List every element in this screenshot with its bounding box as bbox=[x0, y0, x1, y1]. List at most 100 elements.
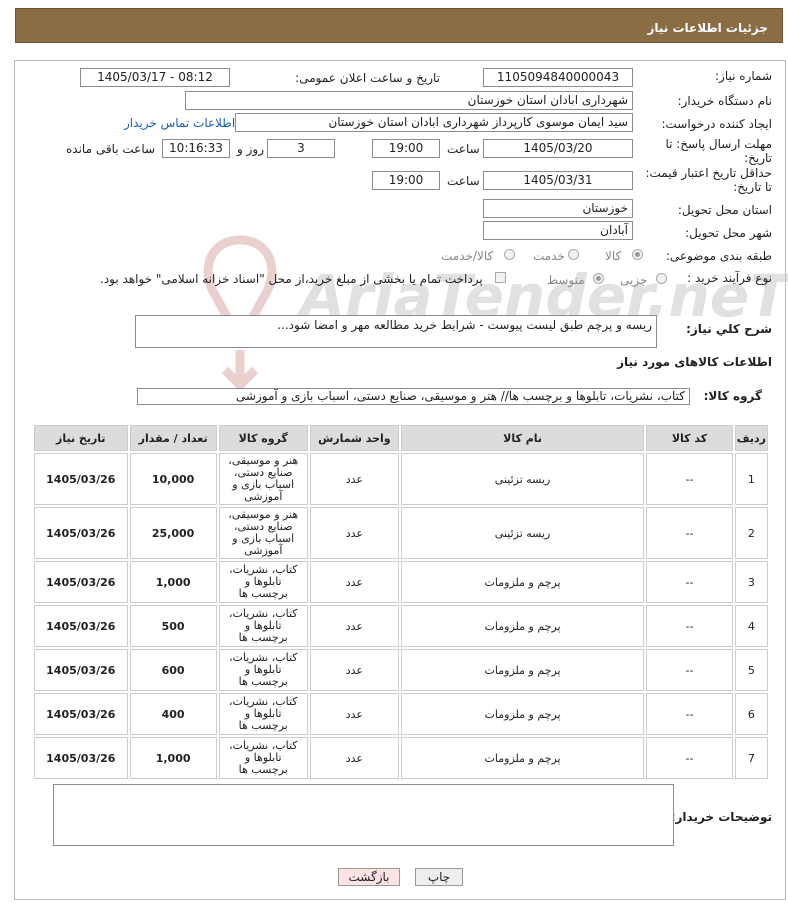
process-option-minor: جزیی bbox=[620, 273, 648, 287]
cell-row-number: 2 bbox=[734, 507, 768, 559]
process-type-label: نوع فرآیند خرید : bbox=[687, 271, 772, 285]
cell-quantity: 1,000 bbox=[129, 737, 217, 779]
cell-item-code: -- bbox=[646, 507, 733, 559]
buyer-org-label: نام دستگاه خریدار: bbox=[677, 94, 773, 108]
col-unit: واحد شمارش bbox=[309, 425, 399, 451]
cell-need-date: 1405/03/26 bbox=[34, 693, 128, 735]
cell-goods-group: کتاب، نشریات، تابلوها و برچسب ها bbox=[218, 561, 308, 603]
deadline-date-field: 1405/03/20 bbox=[483, 139, 633, 158]
cell-item-code: -- bbox=[646, 737, 733, 779]
remaining-time-field: 10:16:33 bbox=[162, 139, 230, 158]
page-title: جزئیات اطلاعات نیاز bbox=[647, 21, 768, 35]
cell-goods-group: کتاب، نشریات، تابلوها و برچسب ها bbox=[218, 649, 308, 691]
province-label: استان محل تحویل: bbox=[677, 203, 772, 217]
cell-need-date: 1405/03/26 bbox=[34, 605, 128, 647]
cell-row-number: 4 bbox=[734, 605, 768, 647]
deadline-time-label: ساعت bbox=[447, 142, 480, 156]
cell-item-name: پرچم و ملزومات bbox=[400, 649, 645, 691]
col-quantity: تعداد / مقدار bbox=[129, 425, 217, 451]
category-option-goods-service: کالا/خدمت bbox=[441, 249, 494, 263]
cell-item-name: پرچم و ملزومات bbox=[400, 605, 645, 647]
col-row-number: ردیف bbox=[734, 425, 768, 451]
treasury-payment-checkbox[interactable] bbox=[495, 272, 506, 283]
category-radio-service[interactable] bbox=[568, 249, 579, 260]
items-table: ردیف کد کالا نام کالا واحد شمارش گروه کا… bbox=[32, 423, 770, 781]
cell-item-name: پرچم و ملزومات bbox=[400, 737, 645, 779]
cell-unit: عدد bbox=[309, 605, 399, 647]
cell-row-number: 6 bbox=[734, 693, 768, 735]
description-field: ریسه و پرچم طبق لیست پیوست - شرایط خرید … bbox=[135, 315, 657, 348]
items-table-header: ردیف کد کالا نام کالا واحد شمارش گروه کا… bbox=[34, 425, 768, 451]
table-row: 6 -- پرچم و ملزومات عدد کتاب، نشریات، تابلوه… bbox=[34, 693, 768, 735]
cell-item-name: ریسه تزئینی bbox=[400, 507, 645, 559]
cell-unit: عدد bbox=[309, 507, 399, 559]
price-validity-time-label: ساعت bbox=[447, 174, 480, 188]
cell-row-number: 7 bbox=[734, 737, 768, 779]
need-number-label: شماره نیاز: bbox=[715, 69, 772, 83]
cell-need-date: 1405/03/26 bbox=[34, 507, 128, 559]
price-validity-date-field: 1405/03/31 bbox=[483, 171, 633, 190]
need-number-field: 1105094840000043 bbox=[483, 68, 633, 87]
cell-unit: عدد bbox=[309, 737, 399, 779]
process-option-medium: متوسط bbox=[547, 273, 585, 287]
table-row: 5 -- پرچم و ملزومات عدد کتاب، نشریات، تابلوه… bbox=[34, 649, 768, 691]
announce-label: تاریخ و ساعت اعلان عمومی: bbox=[295, 71, 440, 85]
page-header: جزئیات اطلاعات نیاز bbox=[15, 8, 783, 43]
cell-goods-group: کتاب، نشریات، تابلوها و برچسب ها bbox=[218, 737, 308, 779]
cell-item-code: -- bbox=[646, 693, 733, 735]
process-radio-medium[interactable] bbox=[593, 273, 604, 284]
category-radio-goods-service[interactable] bbox=[504, 249, 515, 260]
deadline-label: مهلت ارسال پاسخ: تا تاریخ: bbox=[665, 137, 772, 165]
table-row: 4 -- پرچم و ملزومات عدد کتاب، نشریات، تابلوه… bbox=[34, 605, 768, 647]
price-validity-label: حداقل تاریخ اعتبار قیمت: تا تاریخ: bbox=[645, 166, 772, 194]
cell-item-code: -- bbox=[646, 605, 733, 647]
announce-datetime-field: 1405/03/17 - 08:12 bbox=[80, 68, 230, 87]
category-option-service: خدمت bbox=[533, 249, 565, 263]
requester-label: ایجاد کننده درخواست: bbox=[661, 117, 772, 131]
cell-row-number: 1 bbox=[734, 453, 768, 505]
cell-quantity: 25,000 bbox=[129, 507, 217, 559]
print-button[interactable]: چاپ bbox=[415, 868, 463, 886]
cell-item-code: -- bbox=[646, 649, 733, 691]
cell-need-date: 1405/03/26 bbox=[34, 737, 128, 779]
days-label: روز و bbox=[237, 142, 264, 156]
cell-need-date: 1405/03/26 bbox=[34, 453, 128, 505]
cell-quantity: 10,000 bbox=[129, 453, 217, 505]
cell-row-number: 3 bbox=[734, 561, 768, 603]
category-label: طبقه بندی موضوعی: bbox=[665, 249, 772, 263]
city-label: شهر محل تحویل: bbox=[685, 226, 772, 240]
buyer-contact-link[interactable]: اطلاعات تماس خریدار bbox=[124, 116, 235, 130]
col-item-code: کد کالا bbox=[646, 425, 733, 451]
watermark-logo-icon bbox=[203, 235, 277, 390]
items-table-wrapper: ردیف کد کالا نام کالا واحد شمارش گروه کا… bbox=[32, 423, 770, 781]
table-row: 3 -- پرچم و ملزومات عدد کتاب، نشریات، تابلوه… bbox=[34, 561, 768, 603]
col-item-name: نام کالا bbox=[400, 425, 645, 451]
table-row: 2 -- ریسه تزئینی عدد هنر و موسیقی، صنایع دست… bbox=[34, 507, 768, 559]
cell-goods-group: کتاب، نشریات، تابلوها و برچسب ها bbox=[218, 693, 308, 735]
buyer-org-field: شهرداری ابادان استان خوزستان bbox=[185, 91, 633, 110]
buyer-notes-field bbox=[53, 784, 674, 846]
requester-field: سید ایمان موسوی کارپرداز شهرداری ابادان … bbox=[235, 113, 633, 132]
back-button[interactable]: بازگشت bbox=[338, 868, 400, 886]
cell-quantity: 600 bbox=[129, 649, 217, 691]
cell-need-date: 1405/03/26 bbox=[34, 561, 128, 603]
days-field: 3 bbox=[267, 139, 335, 158]
col-need-date: تاریخ نیاز bbox=[34, 425, 128, 451]
treasury-payment-note: پرداخت تمام یا بخشی از مبلغ خرید،از محل … bbox=[100, 272, 483, 286]
deadline-time-field: 19:00 bbox=[372, 139, 440, 158]
cell-quantity: 400 bbox=[129, 693, 217, 735]
col-goods-group: گروه کالا bbox=[218, 425, 308, 451]
cell-unit: عدد bbox=[309, 561, 399, 603]
cell-quantity: 1,000 bbox=[129, 561, 217, 603]
category-radio-goods[interactable] bbox=[632, 249, 643, 260]
price-validity-time-field: 19:00 bbox=[372, 171, 440, 190]
cell-need-date: 1405/03/26 bbox=[34, 649, 128, 691]
table-row: 1 -- ریسه تزئینی عدد هنر و موسیقی، صنایع دست… bbox=[34, 453, 768, 505]
items-section-title: اطلاعات کالاهای مورد نیاز bbox=[617, 355, 772, 369]
cell-item-code: -- bbox=[646, 561, 733, 603]
cell-goods-group: هنر و موسیقی، صنایع دستی، اسباب بازی و آ… bbox=[218, 507, 308, 559]
description-label: شرح کلي نياز: bbox=[686, 322, 772, 336]
table-row: 7 -- پرچم و ملزومات عدد کتاب، نشریات، تابلوه… bbox=[34, 737, 768, 779]
process-radio-minor[interactable] bbox=[656, 273, 667, 284]
cell-item-name: پرچم و ملزومات bbox=[400, 561, 645, 603]
